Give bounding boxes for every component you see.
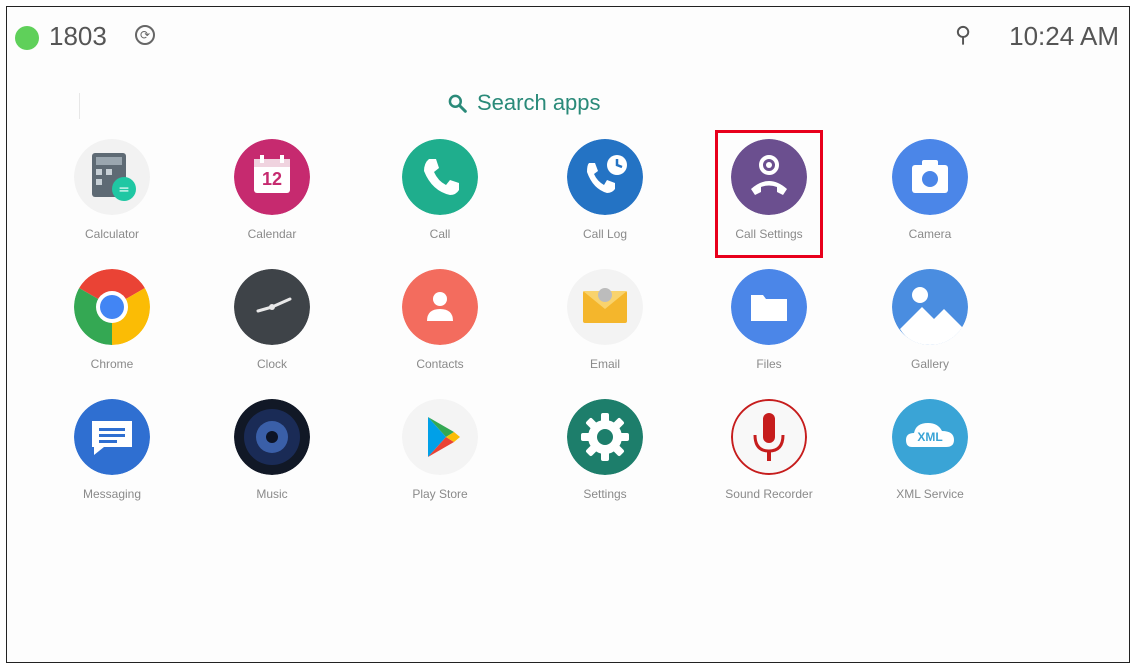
clock-icon: [234, 269, 310, 345]
app-label: Files: [756, 357, 782, 371]
app-label: Chrome: [90, 357, 134, 371]
app-gallery[interactable]: Gallery: [855, 269, 1005, 389]
app-label: XML Service: [896, 487, 964, 501]
call-log-icon: [567, 139, 643, 215]
network-icon: ⚲: [955, 23, 972, 48]
settings-icon: [567, 399, 643, 475]
search-apps-label: Search apps: [477, 90, 601, 115]
app-label: Music: [256, 487, 288, 501]
app-label: Email: [589, 357, 620, 371]
app-label: Gallery: [910, 357, 949, 371]
svg-text:=: =: [118, 182, 130, 198]
app-clock[interactable]: Clock: [197, 269, 347, 389]
music-icon: [234, 399, 310, 475]
play-store-icon: [402, 399, 478, 475]
app-settings[interactable]: Settings: [530, 399, 680, 519]
app-label: Play Store: [412, 487, 468, 501]
search-icon: [448, 94, 467, 113]
app-label: Call: [429, 227, 451, 241]
app-label: Contacts: [416, 357, 464, 371]
status-time: 10:24 AM: [1009, 21, 1119, 51]
app-contacts[interactable]: Contacts: [365, 269, 515, 389]
online-status-indicator: [15, 26, 39, 50]
calculator-icon: =: [74, 139, 150, 215]
files-icon: [731, 269, 807, 345]
gallery-icon: [892, 269, 968, 345]
app-drawer-screen: 1803 ⟳ ⚲ 10:24 AM Search apps = Calculat…: [6, 6, 1130, 663]
app-music[interactable]: Music: [197, 399, 347, 519]
messaging-icon: [74, 399, 150, 475]
app-messaging[interactable]: Messaging: [37, 399, 187, 519]
microphone-icon: [731, 399, 807, 475]
app-label: Settings: [583, 487, 627, 501]
app-files[interactable]: Files: [694, 269, 844, 389]
app-label: Camera: [908, 227, 952, 241]
app-xml-service[interactable]: XML XML Service: [855, 399, 1005, 519]
status-bar: 1803 ⟳ ⚲ 10:24 AM: [7, 7, 1129, 65]
app-label: Messaging: [82, 487, 142, 501]
xml-badge-text: XML: [917, 430, 943, 444]
app-label: Clock: [256, 357, 287, 371]
app-play-store[interactable]: Play Store: [365, 399, 515, 519]
app-label: Sound Recorder: [725, 487, 813, 501]
app-sound-recorder[interactable]: Sound Recorder: [694, 399, 844, 519]
app-chrome[interactable]: Chrome: [37, 269, 187, 389]
camera-icon: [892, 139, 968, 215]
calendar-date: 12: [261, 169, 283, 189]
phone-icon: [402, 139, 478, 215]
chrome-icon: [74, 269, 150, 345]
app-calendar[interactable]: 12 Calendar: [197, 139, 347, 259]
app-calculator[interactable]: = Calculator: [37, 139, 187, 259]
app-label: Calendar: [247, 227, 297, 241]
app-camera[interactable]: Camera: [855, 139, 1005, 259]
app-call[interactable]: Call: [365, 139, 515, 259]
app-label: Call Log: [582, 227, 628, 241]
extension-number: 1803: [49, 21, 107, 51]
sync-icon: ⟳: [135, 25, 155, 45]
app-label: Calculator: [84, 227, 140, 241]
search-apps-button[interactable]: Search apps: [447, 85, 601, 121]
divider: [79, 93, 80, 119]
app-call-log[interactable]: Call Log: [530, 139, 680, 259]
email-icon: [567, 269, 643, 345]
app-email[interactable]: Email: [530, 269, 680, 389]
call-settings-highlight-box: [715, 130, 823, 258]
contacts-icon: [402, 269, 478, 345]
